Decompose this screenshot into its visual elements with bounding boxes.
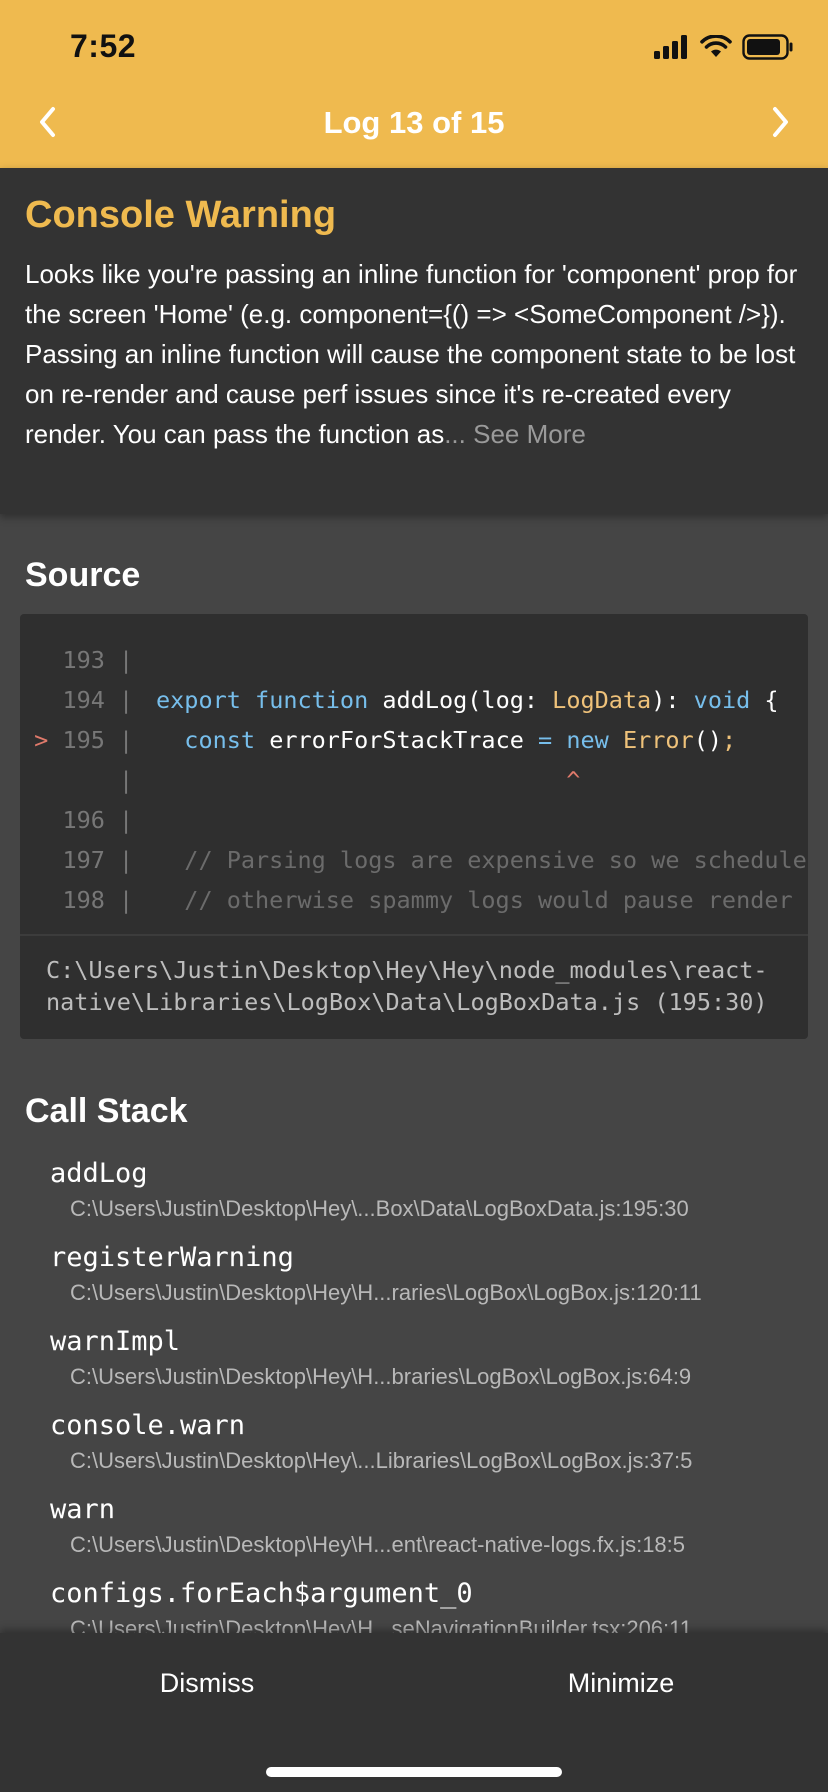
- line-number: 193 |: [20, 646, 148, 674]
- signal-icon: [654, 34, 690, 64]
- line-number: |: [20, 766, 148, 794]
- frame-method: addLog: [50, 1158, 148, 1189]
- code-line-highlighted: > 195 | const errorForStackTrace = new E…: [20, 720, 808, 760]
- code-comment: // otherwise spammy logs would pause ren…: [156, 886, 793, 914]
- stack-frame[interactable]: warnImpl C:\Users\Justin\Desktop\Hey\H..…: [0, 1318, 828, 1402]
- footer-bar: Dismiss Minimize: [0, 1633, 828, 1792]
- frame-method: configs.forEach$argument_0: [50, 1578, 473, 1609]
- code-line: 196 |: [20, 800, 808, 840]
- code-text: export function addLog(log: LogData): vo…: [156, 686, 779, 714]
- line-number: 197 |: [20, 846, 148, 874]
- battery-icon: [742, 33, 794, 65]
- code-line: 193 |: [20, 640, 808, 680]
- line-number: 196 |: [20, 806, 148, 834]
- stack-frame[interactable]: registerWarning C:\Users\Justin\Desktop\…: [0, 1234, 828, 1318]
- stack-frame[interactable]: console.warn C:\Users\Justin\Desktop\Hey…: [0, 1402, 828, 1486]
- code-line: 194 | export function addLog(log: LogDat…: [20, 680, 808, 720]
- frame-file: C:\Users\Justin\Desktop\Hey\...Box\Data\…: [70, 1196, 689, 1221]
- warning-message-text: Looks like you're passing an inline func…: [25, 259, 798, 449]
- stack-frame[interactable]: warn C:\Users\Justin\Desktop\Hey\H...ent…: [0, 1486, 828, 1570]
- frame-method: console.warn: [50, 1410, 246, 1441]
- code-line: 197 | // Parsing logs are expensive so w…: [20, 840, 808, 880]
- error-caret: ^: [156, 766, 581, 794]
- source-heading: Source: [25, 556, 141, 594]
- frame-method: warnImpl: [50, 1326, 181, 1357]
- frame-file: C:\Users\Justin\Desktop\Hey\H...raries\L…: [70, 1280, 702, 1305]
- warning-section: Console Warning Looks like you're passin…: [0, 168, 828, 514]
- chevron-right-icon: [768, 106, 792, 143]
- dismiss-button[interactable]: Dismiss: [0, 1633, 414, 1733]
- code-lines: 193 | 194 | export function addLog(log: …: [20, 640, 808, 920]
- code-comment: // Parsing logs are expensive so we sche…: [156, 846, 807, 874]
- warning-message[interactable]: Looks like you're passing an inline func…: [25, 254, 815, 454]
- log-counter-title: Log 13 of 15: [323, 105, 505, 140]
- home-indicator[interactable]: [266, 1767, 562, 1777]
- minimize-button[interactable]: Minimize: [414, 1633, 828, 1733]
- line-number: > 195 |: [34, 726, 148, 754]
- wifi-icon: [700, 33, 732, 64]
- line-number: 194 |: [20, 686, 148, 714]
- code-divider: [20, 934, 808, 936]
- code-line: 198 | // otherwise spammy logs would pau…: [20, 880, 808, 920]
- frame-file: C:\Users\Justin\Desktop\Hey\H...braries\…: [70, 1364, 692, 1389]
- line-number: 198 |: [20, 886, 148, 914]
- log-header: 7:52 Log 13 of 15: [0, 0, 828, 168]
- code-text: const errorForStackTrace = new Error();: [184, 726, 737, 754]
- status-icons: [654, 33, 794, 65]
- stack-frame[interactable]: addLog C:\Users\Justin\Desktop\Hey\...Bo…: [0, 1150, 828, 1234]
- call-stack-list: addLog C:\Users\Justin\Desktop\Hey\...Bo…: [0, 1150, 828, 1654]
- frame-file: C:\Users\Justin\Desktop\Hey\H...ent\reac…: [70, 1532, 686, 1557]
- code-frame[interactable]: 193 | 194 | export function addLog(log: …: [20, 614, 808, 1039]
- call-stack-heading: Call Stack: [25, 1092, 188, 1130]
- source-file-path[interactable]: C:\Users\Justin\Desktop\Hey\Hey\node_mod…: [46, 954, 806, 1018]
- status-time: 7:52: [70, 28, 137, 64]
- warning-title: Console Warning: [25, 194, 337, 236]
- frame-method: registerWarning: [50, 1242, 294, 1273]
- see-more-link[interactable]: ... See More: [444, 419, 586, 449]
- next-log-button[interactable]: [758, 102, 802, 146]
- frame-file: C:\Users\Justin\Desktop\Hey\...Libraries…: [70, 1448, 693, 1473]
- frame-method: warn: [50, 1494, 116, 1525]
- code-line-caret: | ^: [20, 760, 808, 800]
